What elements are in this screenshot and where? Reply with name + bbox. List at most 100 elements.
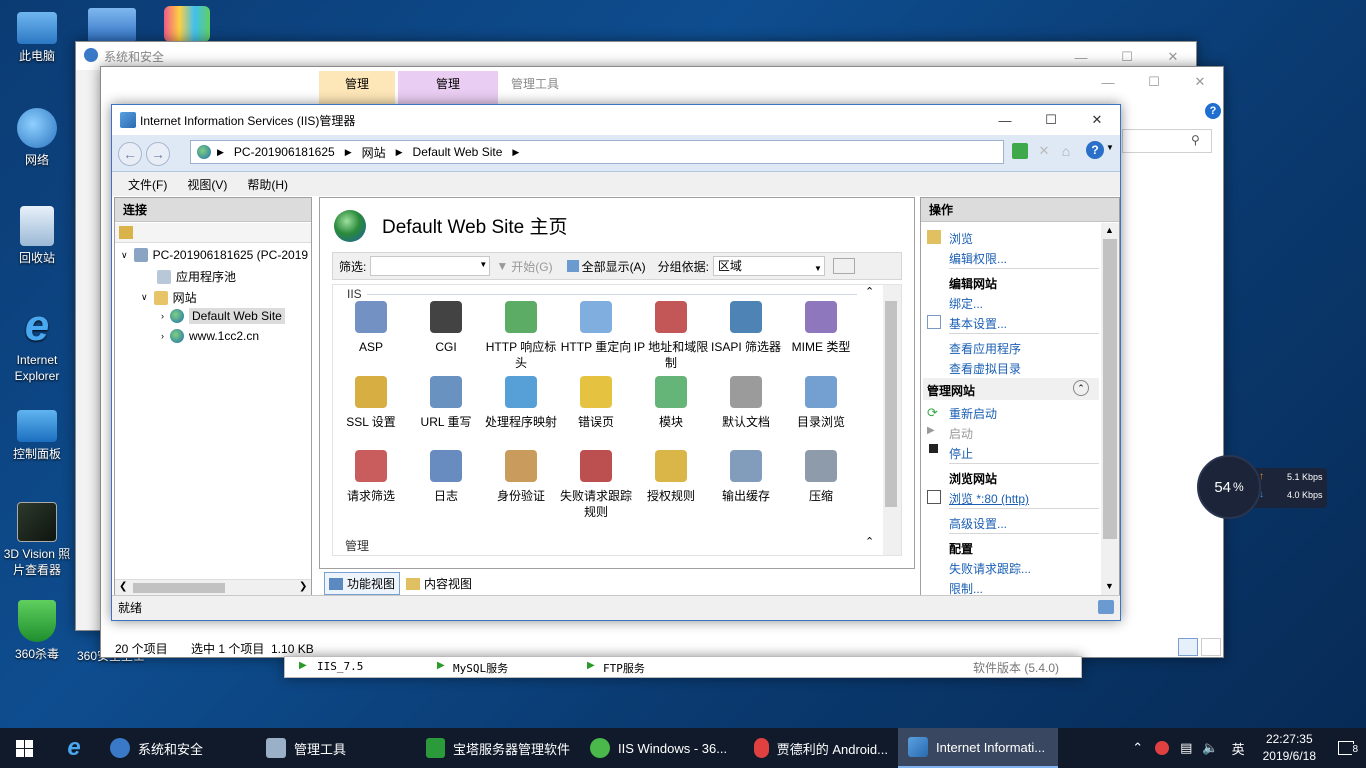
maximize-button[interactable]: ☐ bbox=[1131, 67, 1177, 97]
refresh-icon[interactable] bbox=[1012, 143, 1028, 159]
feature-item[interactable]: 压缩 bbox=[783, 450, 859, 504]
close-button[interactable]: ✕ bbox=[1074, 105, 1120, 135]
titlebar[interactable]: Internet Information Services (IIS)管理器 —… bbox=[112, 105, 1120, 135]
vertical-scrollbar[interactable] bbox=[883, 285, 901, 555]
feature-item[interactable]: MIME 类型 bbox=[783, 301, 859, 355]
scroll-down-icon[interactable]: ▼ bbox=[1105, 581, 1114, 591]
chevron-down-icon[interactable]: ∨ bbox=[141, 292, 148, 303]
group-by-select[interactable]: 区域 ▼ bbox=[712, 256, 825, 276]
feature-item[interactable]: CGI bbox=[408, 301, 484, 355]
collapse-icon[interactable]: ⌃ bbox=[1073, 380, 1089, 396]
tree-node-app-pools[interactable]: 应用程序池 bbox=[157, 268, 236, 285]
desktop-icon-3d-vision[interactable]: 3D Vision 照片查看器 bbox=[0, 502, 74, 578]
folder-shortcut-icon[interactable] bbox=[88, 8, 136, 42]
ribbon-tab-manage-1[interactable]: 管理 bbox=[319, 71, 395, 105]
feature-item[interactable]: 请求筛选 bbox=[333, 450, 409, 504]
service-iis[interactable]: IIS_7.5 bbox=[317, 660, 363, 673]
action-browse[interactable]: 浏览 bbox=[949, 230, 973, 247]
minimize-button[interactable]: — bbox=[982, 105, 1028, 135]
scrollbar-thumb[interactable] bbox=[885, 301, 897, 507]
tab-content-view[interactable]: 内容视图 bbox=[402, 572, 476, 595]
clock[interactable]: 22:27:35 2019/6/18 bbox=[1253, 731, 1326, 765]
action-advanced-settings[interactable]: 高级设置... bbox=[949, 515, 1007, 532]
net-speed-widget[interactable]: 54 % ↑ 5.1 Kbps ↓ 4.0 Kbps bbox=[1197, 455, 1327, 519]
qq-tray-icon[interactable] bbox=[1155, 741, 1170, 755]
chevron-up-icon[interactable]: ⌃ bbox=[1126, 740, 1149, 756]
chevron-down-icon[interactable]: ▼ bbox=[1106, 143, 1114, 152]
action-bindings[interactable]: 绑定... bbox=[949, 295, 983, 312]
home-icon[interactable]: ⌂ bbox=[1058, 143, 1074, 159]
action-stop[interactable]: 停止 bbox=[949, 445, 973, 462]
network-tray-icon[interactable]: ▤ bbox=[1175, 740, 1197, 756]
feature-item[interactable]: 模块 bbox=[633, 376, 709, 430]
feature-item[interactable]: 身份验证 bbox=[483, 450, 559, 504]
taskbar-item-system-security[interactable]: 系统和安全 bbox=[100, 728, 256, 768]
desktop-icon-control-panel[interactable]: 控制面板 bbox=[0, 410, 74, 462]
scroll-right-icon[interactable]: ❯ bbox=[299, 581, 307, 592]
taskbar-item-qq[interactable]: 贾德利的 Android... bbox=[744, 728, 898, 768]
help-icon[interactable]: ? bbox=[1205, 103, 1221, 119]
maximize-button[interactable]: ☐ bbox=[1028, 105, 1074, 135]
scroll-up-icon[interactable]: ▲ bbox=[1105, 225, 1114, 235]
feature-item[interactable]: 输出缓存 bbox=[708, 450, 784, 504]
feature-item[interactable]: SSL 设置 bbox=[333, 376, 409, 430]
breadcrumb[interactable]: ▶ PC-201906181625 ▶ 网站 ▶ Default Web Sit… bbox=[190, 140, 1004, 164]
feature-item[interactable]: 授权规则 bbox=[633, 450, 709, 504]
feature-item[interactable]: 目录浏览 bbox=[783, 376, 859, 430]
action-browse-80[interactable]: 浏览 *:80 (http) bbox=[949, 490, 1029, 507]
back-button[interactable]: ← bbox=[118, 142, 142, 166]
taskbar-ie[interactable]: e bbox=[48, 728, 100, 768]
feature-item[interactable]: HTTP 响应标头 bbox=[483, 301, 559, 371]
start-button[interactable] bbox=[0, 728, 48, 768]
desktop-icon-network[interactable]: 网络 bbox=[0, 108, 74, 168]
tree-node-default-site[interactable]: › Default Web Site bbox=[161, 308, 285, 324]
feature-item[interactable]: 处理程序映射 bbox=[483, 376, 559, 430]
action-basic-settings[interactable]: 基本设置... bbox=[949, 315, 1007, 332]
breadcrumb-sites[interactable]: 网站 bbox=[362, 144, 386, 161]
vertical-scrollbar[interactable]: ▲ ▼ bbox=[1101, 223, 1119, 597]
minimize-button[interactable]: — bbox=[1085, 67, 1131, 97]
menu-view[interactable]: 视图(V) bbox=[187, 176, 227, 193]
desktop-icon-ie[interactable]: e Internet Explorer bbox=[0, 304, 74, 384]
taskbar-item-iis-browser[interactable]: IIS Windows - 36... bbox=[580, 728, 744, 768]
desktop-icon-recycle-bin[interactable]: 回收站 bbox=[0, 206, 74, 266]
feature-item[interactable]: 日志 bbox=[408, 450, 484, 504]
menu-file[interactable]: 文件(F) bbox=[128, 176, 167, 193]
details-view-button[interactable] bbox=[1178, 638, 1198, 656]
horizontal-scrollbar[interactable]: ❮ ❯ bbox=[115, 579, 311, 596]
action-view-vdirs[interactable]: 查看虚拟目录 bbox=[949, 360, 1021, 377]
desktop-icon-this-pc[interactable]: 此电脑 bbox=[0, 8, 74, 64]
forward-button[interactable]: → bbox=[146, 142, 170, 166]
large-icons-view-button[interactable] bbox=[1201, 638, 1221, 656]
start-filter-button[interactable]: ▼ 开始(G) bbox=[496, 258, 552, 275]
taskbar-item-admin-tools[interactable]: 管理工具 bbox=[256, 728, 416, 768]
feature-item[interactable]: HTTP 重定向 bbox=[558, 301, 634, 355]
chevron-down-icon[interactable]: ∨ bbox=[121, 250, 128, 261]
ime-indicator[interactable]: 英 bbox=[1224, 739, 1253, 758]
feature-item[interactable]: ASP bbox=[333, 301, 409, 355]
scroll-left-icon[interactable]: ❮ bbox=[119, 581, 127, 592]
feature-item[interactable]: 失败请求跟踪规则 bbox=[558, 450, 634, 520]
window-bt-panel[interactable]: ▶ IIS_7.5 ▶ MySQL服务 ▶ FTP服务 软件版本 (5.4.0) bbox=[284, 656, 1082, 678]
feature-item[interactable]: 默认文档 bbox=[708, 376, 784, 430]
taskbar-item-bt-panel[interactable]: 宝塔服务器管理软件 bbox=[416, 728, 580, 768]
chevron-right-icon[interactable]: › bbox=[161, 331, 164, 341]
action-edit-permissions[interactable]: 编辑权限... bbox=[949, 250, 1007, 267]
filter-input[interactable]: ▼ bbox=[370, 256, 491, 276]
tab-features-view[interactable]: 功能视图 bbox=[324, 572, 401, 595]
stop-icon[interactable]: ✕ bbox=[1036, 143, 1052, 159]
close-button[interactable]: ✕ bbox=[1177, 67, 1223, 97]
volume-icon[interactable]: 🔈 bbox=[1197, 740, 1223, 756]
ribbon-tab-manage-2[interactable]: 管理 bbox=[398, 71, 498, 105]
collapse-icon[interactable]: ⌃ bbox=[865, 285, 874, 298]
scrollbar-thumb[interactable] bbox=[1103, 239, 1117, 539]
action-view-applications[interactable]: 查看应用程序 bbox=[949, 340, 1021, 357]
tree-node-sites[interactable]: ∨ 网站 bbox=[141, 289, 197, 306]
action-restart[interactable]: 重新启动 bbox=[949, 405, 997, 422]
desktop-icon-360-antivirus[interactable]: 360杀毒 bbox=[0, 600, 74, 662]
feature-item[interactable]: 错误页 bbox=[558, 376, 634, 430]
notification-center-button[interactable]: 8 bbox=[1326, 728, 1366, 768]
taskbar-item-iis-manager[interactable]: Internet Informati... bbox=[898, 728, 1058, 768]
tree-node-1cc2[interactable]: › www.1cc2.cn bbox=[161, 329, 259, 343]
show-all-button[interactable]: 全部显示(A) bbox=[566, 258, 646, 275]
